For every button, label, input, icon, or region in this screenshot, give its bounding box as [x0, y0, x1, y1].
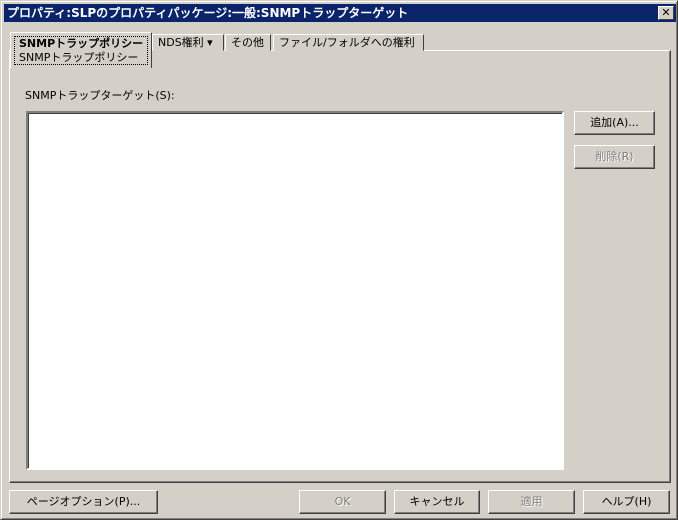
close-icon: ✕: [661, 6, 671, 19]
delete-button[interactable]: 削除(R): [574, 145, 655, 169]
properties-dialog: プロパティ:SLPのプロパティパッケージ:一般:SNMPトラップターゲット ✕ …: [0, 0, 678, 520]
window-title: プロパティ:SLPのプロパティパッケージ:一般:SNMPトラップターゲット: [7, 6, 409, 20]
cancel-button[interactable]: キャンセル: [394, 490, 480, 514]
title-bar: プロパティ:SLPのプロパティパッケージ:一般:SNMPトラップターゲット ✕: [4, 4, 676, 22]
help-button[interactable]: ヘルプ(H): [583, 490, 670, 514]
close-button[interactable]: ✕: [658, 6, 674, 20]
tab-label: SNMPトラップポリシー: [19, 37, 144, 50]
tab-label: ファイル/フォルダへの権利: [279, 36, 415, 49]
tab-snmp-trap-policy[interactable]: SNMPトラップポリシー SNMPトラップポリシー: [10, 32, 152, 68]
tab-label: その他: [231, 36, 264, 49]
tab-other[interactable]: その他: [225, 34, 271, 51]
trap-target-label: SNMPトラップターゲット(S):: [25, 89, 175, 102]
tab-label: NDS権利 ▾: [158, 36, 213, 49]
tab-nds-rights[interactable]: NDS権利 ▾: [152, 34, 224, 51]
add-button[interactable]: 追加(A)...: [574, 111, 655, 135]
tab-file-folder-rights[interactable]: ファイル/フォルダへの権利: [273, 34, 424, 51]
ok-button[interactable]: OK: [299, 490, 386, 514]
page-options-button[interactable]: ページオプション(P)...: [9, 490, 158, 514]
trap-target-list[interactable]: [26, 111, 564, 470]
tab-sublabel[interactable]: SNMPトラップポリシー: [19, 51, 138, 64]
apply-button[interactable]: 適用: [488, 490, 575, 514]
